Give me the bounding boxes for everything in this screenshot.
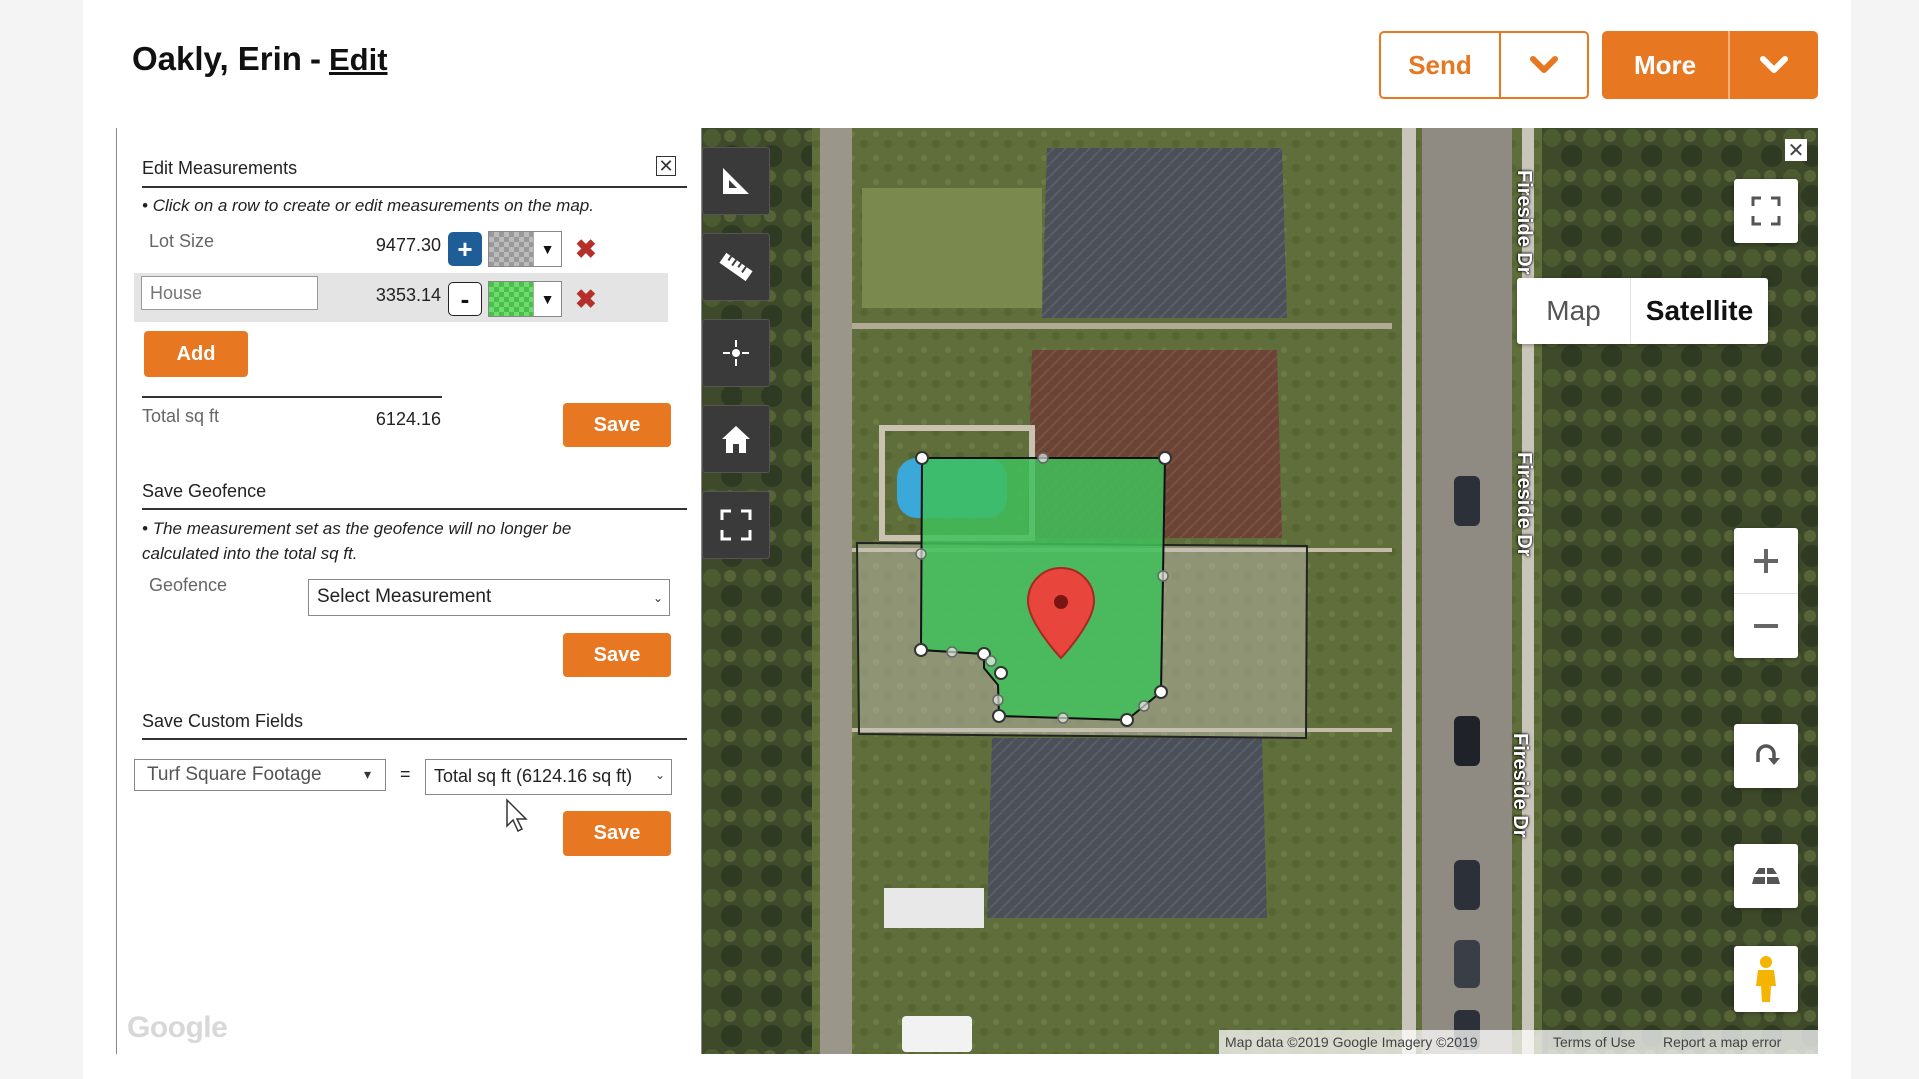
home-icon (722, 426, 750, 453)
save-custom-fields-title: Save Custom Fields (142, 711, 304, 731)
send-button-group: Send (1379, 31, 1589, 99)
plus-icon (1754, 548, 1778, 573)
fit-bounds-icon (720, 509, 752, 541)
terms-of-use-link[interactable]: Terms of Use (1546, 1030, 1656, 1054)
house-color-picker[interactable]: ▼ (488, 281, 562, 317)
home-tool-button[interactable] (702, 405, 770, 473)
more-dropdown-button[interactable] (1730, 31, 1818, 99)
tilt-icon (1752, 868, 1780, 884)
close-icon: ✕ (1787, 139, 1805, 162)
add-measurement-button[interactable]: Add (144, 331, 248, 377)
satellite-map[interactable] (702, 128, 1818, 1054)
geofence-note-line1: The measurement set as the geofence will… (152, 519, 572, 538)
total-label: Total sq ft (142, 406, 220, 426)
close-icon: ✕ (658, 156, 674, 176)
save-custom-fields-button[interactable]: Save (563, 811, 671, 856)
remove-point-button[interactable]: - (448, 282, 482, 316)
caret-down-icon: ▼ (533, 232, 561, 266)
fullscreen-icon (1751, 196, 1781, 226)
fit-bounds-button[interactable] (702, 491, 770, 559)
total-value: 6124.16 (375, 409, 441, 429)
fullscreen-button[interactable] (1734, 179, 1798, 243)
report-map-error-link[interactable]: Report a map error (1656, 1030, 1818, 1054)
geofence-select-value: Select Measurement (317, 586, 492, 607)
lot-size-color-picker[interactable]: ▼ (488, 231, 562, 267)
delete-house-icon[interactable]: ✖ (575, 286, 597, 312)
lot-size-value: 9477.30 (375, 235, 441, 255)
area-tool-button[interactable] (702, 147, 770, 215)
send-button[interactable]: Send (1381, 33, 1501, 97)
title-separator: - (309, 40, 321, 77)
zoom-in-button[interactable] (1734, 529, 1798, 594)
lot-size-label[interactable]: Lot Size (149, 231, 214, 252)
close-panel-button[interactable]: ✕ (656, 156, 676, 176)
page-title: Oakly, Erin - Edit (132, 40, 388, 78)
customer-name: Oakly, Erin (132, 40, 302, 77)
mouse-cursor-icon (506, 798, 528, 833)
ruler-icon (719, 252, 753, 282)
custom-value-select[interactable]: Total sq ft (6124.16 sq ft) ⌄ (425, 759, 672, 795)
caret-down-icon: ▼ (533, 282, 561, 316)
more-button-group: More (1602, 31, 1818, 99)
crosshair-icon (723, 340, 749, 366)
geofence-select[interactable]: Select Measurement ⌄ (308, 579, 670, 616)
map-close-button[interactable]: ✕ (1785, 139, 1807, 162)
measurements-instruction: • Click on a row to create or edit measu… (142, 196, 594, 215)
house-value: 3353.14 (375, 285, 441, 305)
map-type-map-button[interactable]: Map (1517, 278, 1631, 344)
house-name-input[interactable] (141, 276, 318, 310)
map-type-control: Map Satellite (1517, 278, 1768, 344)
section-divider (142, 186, 687, 188)
custom-field-select[interactable]: Turf Square Footage ▾ (134, 759, 386, 791)
map-attribution: Map data ©2019 Google Imagery ©2019 (1219, 1030, 1546, 1054)
chevron-down-icon (1760, 56, 1788, 73)
chevron-down-icon (1530, 56, 1558, 73)
edit-measurements-title: Edit Measurements (142, 158, 298, 178)
chevron-down-icon: ⌄ (652, 591, 663, 605)
more-button[interactable]: More (1602, 31, 1730, 99)
custom-field-value: Turf Square Footage (147, 764, 322, 785)
rotate-icon (1756, 744, 1780, 765)
save-measurements-button[interactable]: Save (563, 403, 671, 447)
street-view-pegman[interactable] (1734, 946, 1798, 1012)
street-label-1: Fireside Dr (1513, 170, 1535, 275)
caret-down-icon: ▾ (363, 766, 371, 782)
tilt-button[interactable] (1734, 844, 1798, 908)
minus-icon: - (460, 283, 470, 314)
rotate-button[interactable] (1734, 724, 1798, 788)
add-point-button[interactable]: + (448, 232, 482, 266)
area-tool-icon (723, 168, 749, 194)
zoom-control (1734, 528, 1798, 658)
section-divider (142, 508, 687, 510)
send-dropdown-button[interactable] (1501, 33, 1587, 97)
geofence-label: Geofence (149, 575, 228, 595)
chevron-down-icon: ⌄ (654, 768, 665, 782)
section-divider (142, 738, 687, 740)
instruction-text: Click on a row to create or edit measure… (152, 196, 594, 215)
plus-icon: + (457, 233, 473, 264)
delete-lot-size-icon[interactable]: ✖ (575, 236, 597, 262)
street-label-3: Fireside Dr (1509, 733, 1531, 838)
street-label-2: Fireside Dr (1513, 452, 1535, 557)
green-swatch (489, 282, 533, 316)
map-type-satellite-button[interactable]: Satellite (1631, 278, 1768, 344)
center-tool-button[interactable] (702, 319, 770, 387)
geofence-note: • The measurement set as the geofence wi… (142, 519, 572, 563)
minus-icon (1754, 623, 1778, 628)
geofence-note-line2: calculated into the total sq ft. (142, 544, 358, 563)
save-geofence-button[interactable]: Save (563, 633, 671, 677)
save-geofence-title: Save Geofence (142, 481, 267, 501)
ruler-tool-button[interactable] (702, 233, 770, 301)
google-logo: Google (127, 1011, 228, 1044)
equals-sign: = (400, 764, 411, 784)
total-divider (142, 396, 442, 398)
gray-swatch (489, 232, 533, 266)
zoom-out-button[interactable] (1734, 594, 1798, 658)
edit-link[interactable]: Edit (329, 42, 388, 77)
custom-value-text: Total sq ft (6124.16 sq ft) (434, 766, 633, 786)
pegman-icon (1756, 956, 1776, 1002)
satellite-imagery (702, 128, 1818, 1054)
